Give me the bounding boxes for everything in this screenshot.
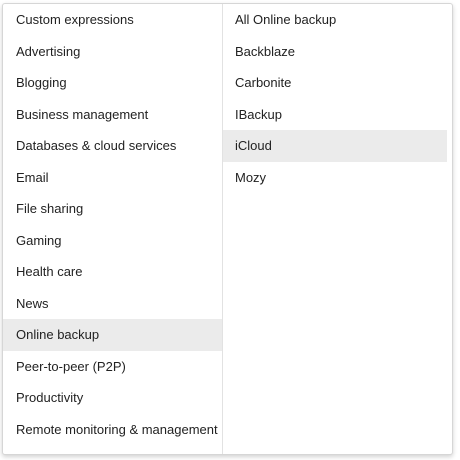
category-item-file-sharing[interactable]: File sharing bbox=[3, 193, 222, 225]
category-dropdown-menu: Custom expressions Advertising Blogging … bbox=[2, 3, 453, 455]
category-item-news[interactable]: News bbox=[3, 288, 222, 320]
category-item-remote-monitoring-management[interactable]: Remote monitoring & management bbox=[3, 414, 222, 446]
subcategory-item-ibackup[interactable]: IBackup bbox=[223, 99, 447, 131]
category-item-databases-cloud-services[interactable]: Databases & cloud services bbox=[3, 130, 222, 162]
subcategory-item-icloud[interactable]: iCloud bbox=[223, 130, 447, 162]
category-item-blogging[interactable]: Blogging bbox=[3, 67, 222, 99]
subcategory-list: All Online backup Backblaze Carbonite IB… bbox=[223, 4, 452, 454]
category-item-productivity[interactable]: Productivity bbox=[3, 382, 222, 414]
category-item-advertising[interactable]: Advertising bbox=[3, 36, 222, 68]
category-item-email[interactable]: Email bbox=[3, 162, 222, 194]
subcategory-item-carbonite[interactable]: Carbonite bbox=[223, 67, 447, 99]
subcategory-item-backblaze[interactable]: Backblaze bbox=[223, 36, 447, 68]
category-item-online-backup[interactable]: Online backup bbox=[3, 319, 222, 351]
category-list: Custom expressions Advertising Blogging … bbox=[3, 4, 223, 454]
category-item-gaming[interactable]: Gaming bbox=[3, 225, 222, 257]
subcategory-item-all-online-backup[interactable]: All Online backup bbox=[223, 4, 447, 36]
category-item-business-management[interactable]: Business management bbox=[3, 99, 222, 131]
category-item-custom-expressions[interactable]: Custom expressions bbox=[3, 4, 222, 36]
category-item-peer-to-peer[interactable]: Peer-to-peer (P2P) bbox=[3, 351, 222, 383]
subcategory-item-mozy[interactable]: Mozy bbox=[223, 162, 447, 194]
category-item-health-care[interactable]: Health care bbox=[3, 256, 222, 288]
